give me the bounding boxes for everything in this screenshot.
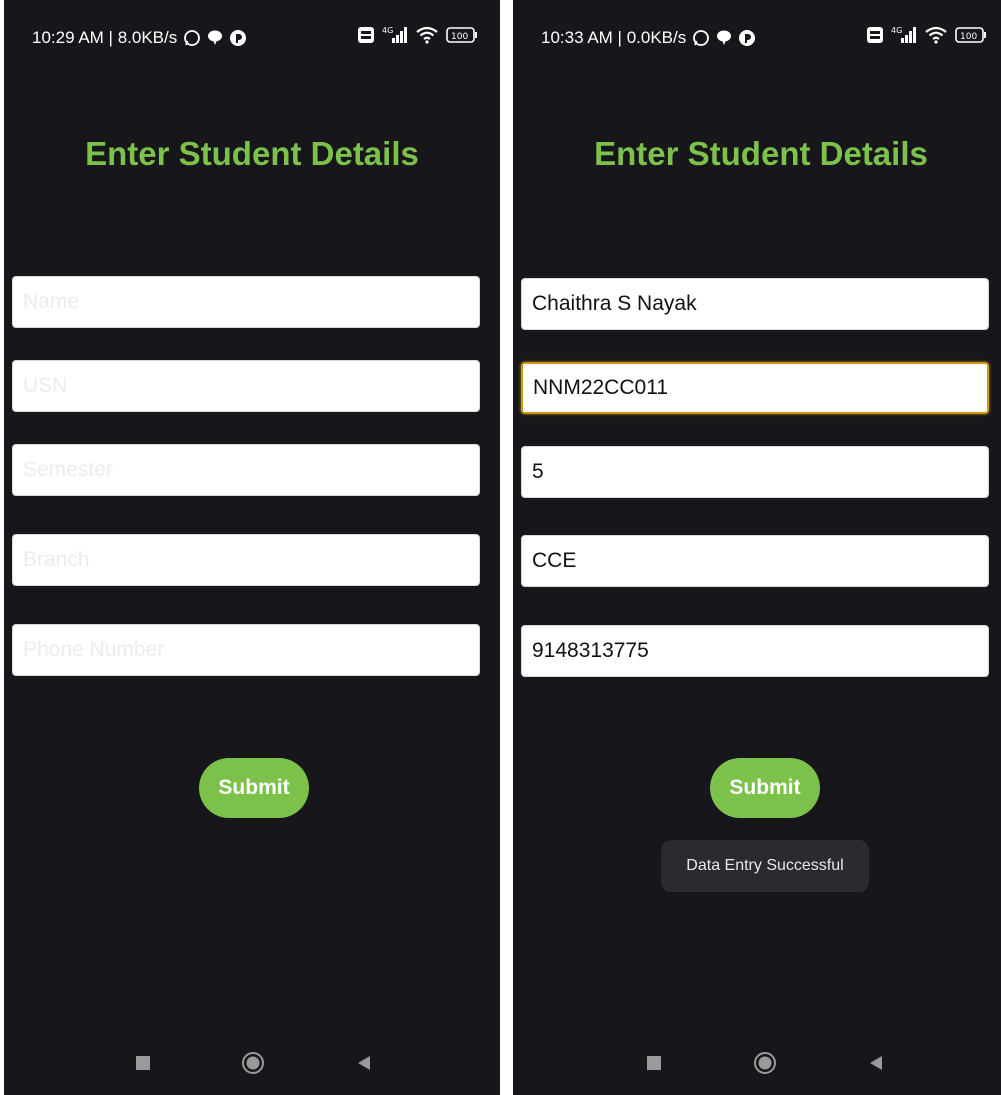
signal-4g-icon: 4G bbox=[382, 26, 408, 44]
submit-button[interactable]: Submit bbox=[199, 758, 309, 818]
back-triangle-icon[interactable] bbox=[356, 1055, 372, 1071]
whatsapp-icon bbox=[692, 29, 710, 47]
toast-message: Data Entry Successful bbox=[661, 840, 869, 892]
status-time-speed: 10:29 AM | 8.0KB/s bbox=[32, 28, 178, 47]
nav-bar bbox=[4, 1045, 500, 1089]
usn-field[interactable] bbox=[521, 362, 989, 414]
nav-bar bbox=[513, 1045, 1001, 1089]
battery-icon: 100 bbox=[446, 26, 478, 44]
wifi-icon bbox=[415, 26, 439, 44]
chat-bubble-icon bbox=[716, 29, 732, 47]
battery-level: 100 bbox=[960, 32, 977, 42]
name-field[interactable] bbox=[521, 278, 989, 330]
semester-field[interactable] bbox=[521, 446, 989, 498]
svg-text:4G: 4G bbox=[891, 26, 902, 35]
volte-icon bbox=[357, 26, 375, 44]
phone-number-field[interactable] bbox=[12, 624, 480, 676]
branch-field[interactable] bbox=[521, 535, 989, 587]
whatsapp-icon bbox=[183, 29, 201, 47]
page-title: Enter Student Details bbox=[594, 135, 928, 172]
chat-bubble-icon bbox=[207, 29, 223, 47]
submit-button[interactable]: Submit bbox=[710, 758, 820, 818]
branch-field[interactable] bbox=[12, 534, 480, 586]
page-title: Enter Student Details bbox=[85, 135, 419, 172]
status-time-speed: 10:33 AM | 0.0KB/s bbox=[541, 28, 687, 47]
battery-level: 100 bbox=[451, 32, 468, 42]
volte-icon bbox=[866, 26, 884, 44]
screen-empty-form: 10:29 AM | 8.0KB/s 4G 100 Enter Student … bbox=[4, 0, 500, 1095]
screen-filled-form: 10:33 AM | 0.0KB/s 4G 100 Enter Student … bbox=[513, 0, 1001, 1095]
status-left: 10:33 AM | 0.0KB/s bbox=[541, 28, 756, 48]
app-notification-icon bbox=[738, 29, 756, 47]
back-triangle-icon[interactable] bbox=[868, 1055, 884, 1071]
recents-square-icon[interactable] bbox=[135, 1055, 151, 1071]
home-circle-icon[interactable] bbox=[753, 1051, 777, 1075]
status-bar: 10:33 AM | 0.0KB/s 4G 100 bbox=[513, 0, 1001, 80]
semester-field[interactable] bbox=[12, 444, 480, 496]
status-bar: 10:29 AM | 8.0KB/s 4G 100 bbox=[4, 0, 500, 80]
status-right: 4G 100 bbox=[866, 26, 987, 44]
name-field[interactable] bbox=[12, 276, 480, 328]
status-left: 10:29 AM | 8.0KB/s bbox=[32, 28, 247, 48]
home-circle-icon[interactable] bbox=[241, 1051, 265, 1075]
signal-4g-icon: 4G bbox=[891, 26, 917, 44]
phone-number-field[interactable] bbox=[521, 625, 989, 677]
svg-text:4G: 4G bbox=[382, 26, 393, 35]
battery-icon: 100 bbox=[955, 26, 987, 44]
wifi-icon bbox=[924, 26, 948, 44]
usn-field[interactable] bbox=[12, 360, 480, 412]
app-notification-icon bbox=[229, 29, 247, 47]
status-right: 4G 100 bbox=[357, 26, 478, 44]
recents-square-icon[interactable] bbox=[646, 1055, 662, 1071]
